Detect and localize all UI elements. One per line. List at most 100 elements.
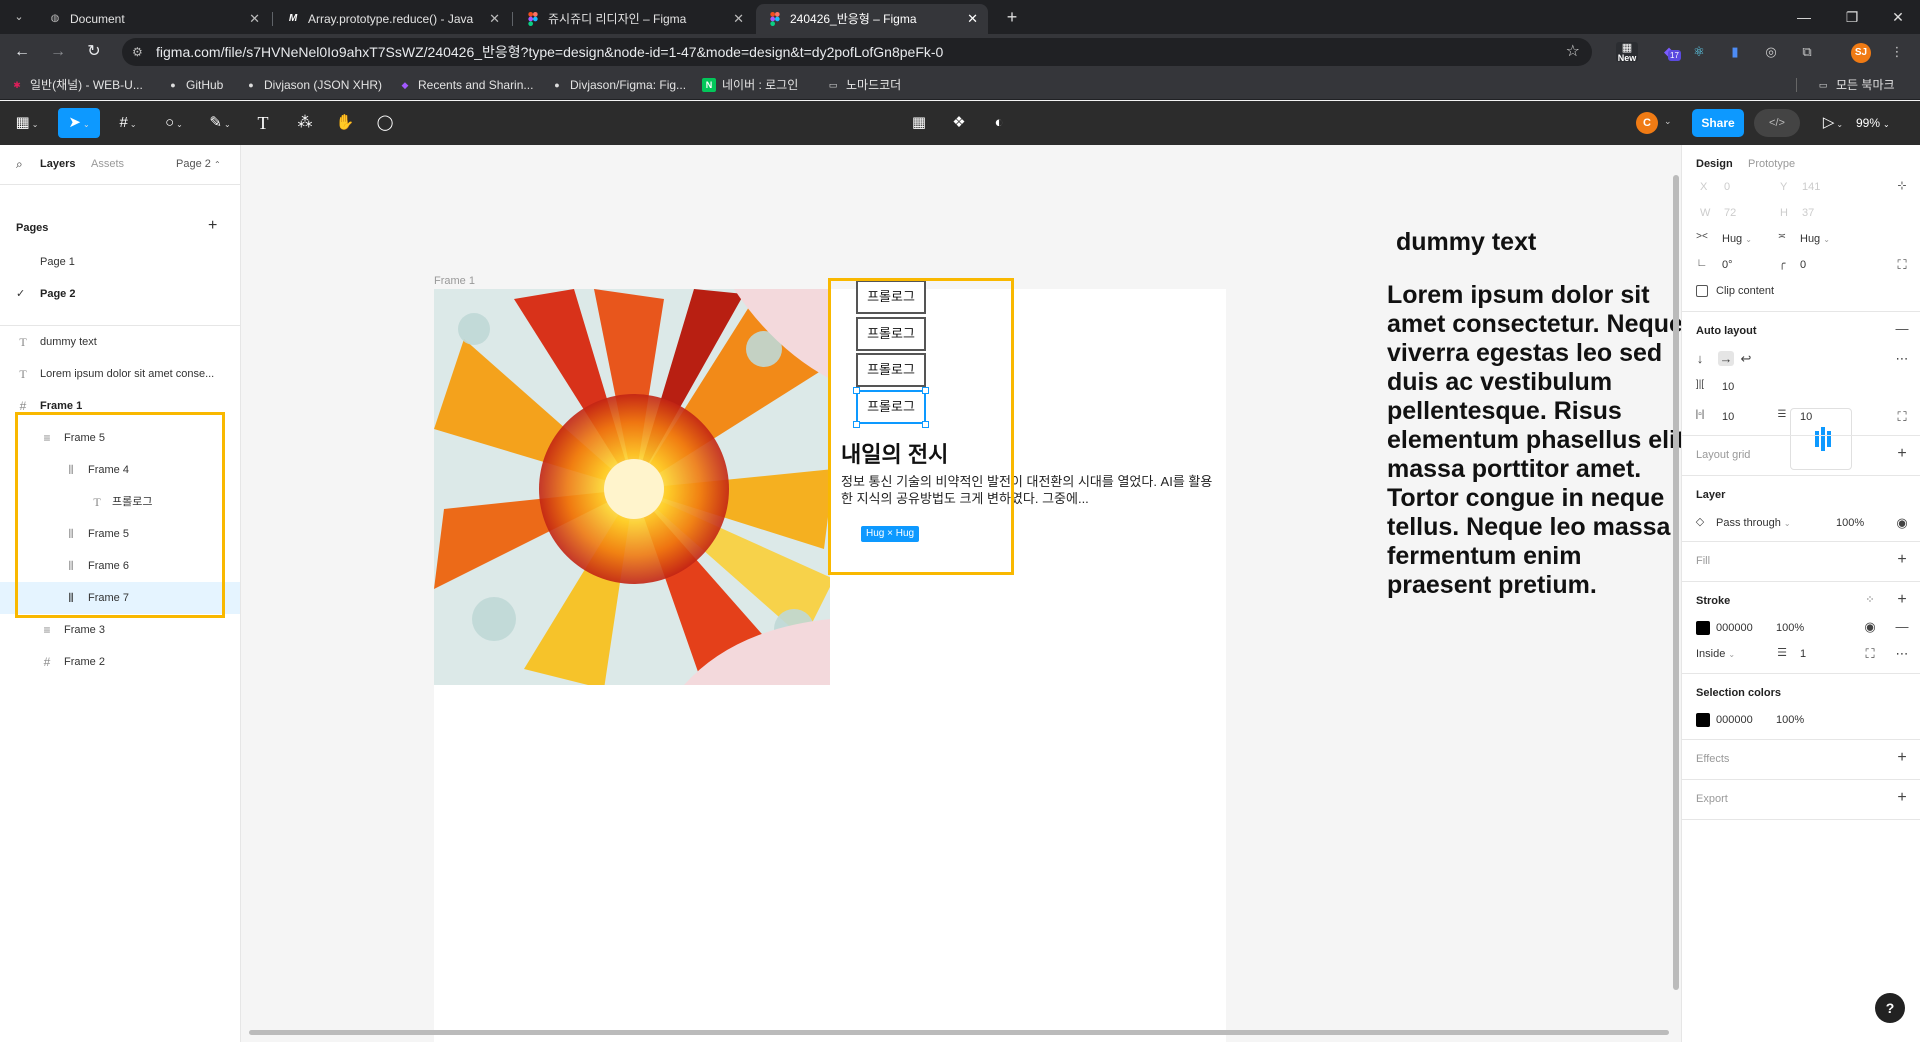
bookmark-item[interactable]: ◆ Recents and Sharin... (398, 76, 534, 94)
browser-menu-icon[interactable]: ⋮ (1886, 42, 1908, 62)
chevron-down-icon[interactable]: ⌄ (1664, 116, 1672, 127)
style-grid-icon[interactable]: ⁘ (1862, 593, 1878, 606)
stroke-sides-icon[interactable]: ⛶ (1862, 646, 1878, 662)
layer-item[interactable]: ⫴ Frame 4 (0, 454, 240, 486)
tab-assets[interactable]: Assets (91, 158, 124, 170)
shape-tool-button[interactable]: ○ ⌄ (156, 108, 192, 138)
layer-item[interactable]: # Frame 1 (0, 390, 240, 422)
radius-field[interactable]: 0 (1800, 259, 1806, 271)
reload-icon[interactable]: ↻ (82, 40, 106, 64)
close-tab-icon[interactable]: ✕ (733, 4, 744, 34)
frame-tool-button[interactable]: # ⌄ (110, 108, 146, 138)
add-stroke-icon[interactable]: + (1894, 591, 1910, 609)
add-page-icon[interactable]: + (208, 217, 217, 235)
height-field[interactable]: 37 (1802, 207, 1814, 219)
padding-horizontal-field[interactable]: 10 (1722, 411, 1734, 423)
profile-avatar[interactable]: SJ (1851, 43, 1871, 63)
tab-prototype[interactable]: Prototype (1748, 158, 1795, 170)
collaborator-avatar[interactable]: C (1636, 112, 1658, 134)
page-selector[interactable]: Page 2 ⌃ (176, 158, 221, 170)
bookmark-item[interactable]: ✱ 일반(채널) - WEB-U... (10, 76, 143, 94)
main-menu-button[interactable]: ▦ ⌄ (10, 108, 44, 138)
minimize-icon[interactable]: — (1780, 0, 1828, 34)
remove-stroke-icon[interactable]: — (1894, 619, 1910, 634)
bookmark-item[interactable]: ● Divjason (JSON XHR) (244, 76, 382, 94)
page-item[interactable]: Page 1 (0, 249, 240, 275)
browser-tab[interactable]: 쥬시쥬디 리디자인 – Figma ✕ (514, 4, 754, 34)
direction-vertical-icon[interactable]: ↓ (1692, 351, 1708, 366)
hug-height-select[interactable]: Hug ⌄ (1800, 233, 1830, 245)
browser-tab[interactable]: ◍ Document ✕ (36, 4, 270, 34)
eye-icon[interactable]: ◉ (1862, 619, 1878, 635)
direction-horizontal-icon[interactable]: → (1718, 351, 1734, 366)
layer-item-selected[interactable]: ⫴ Frame 7 (0, 582, 240, 614)
close-tab-icon[interactable]: ✕ (489, 4, 500, 34)
layer-item[interactable]: Tdummy text (0, 326, 240, 358)
layer-opacity-field[interactable]: 100% (1836, 517, 1864, 529)
clip-content-checkbox[interactable] (1696, 285, 1708, 297)
tab-layers[interactable]: Layers (40, 158, 75, 170)
individual-padding-icon[interactable]: ⛶ (1894, 409, 1910, 425)
layer-item[interactable]: T 프롤로그 (0, 486, 240, 518)
resources-button[interactable]: ⁂ (292, 108, 318, 138)
horizontal-scrollbar[interactable] (249, 1030, 1669, 1035)
rotation-field[interactable]: 0° (1722, 259, 1733, 271)
add-fill-icon[interactable]: + (1894, 551, 1910, 569)
tab-search-icon[interactable]: ⌄ (8, 7, 30, 27)
help-button[interactable]: ? (1875, 993, 1905, 1023)
frame-label[interactable]: Frame 1 (434, 275, 475, 287)
stroke-weight-field[interactable]: 1 (1800, 648, 1806, 660)
browser-tab[interactable]: M Array.prototype.reduce() - Java ✕ (274, 4, 510, 34)
vertical-scrollbar[interactable] (1673, 175, 1679, 990)
present-button[interactable]: ▷ ⌄ (1818, 108, 1848, 138)
pen-tool-button[interactable]: ✎ ⌄ (202, 108, 238, 138)
add-layout-grid-icon[interactable]: + (1894, 445, 1910, 463)
page-item-active[interactable]: ✓ Page 2 (0, 281, 240, 307)
extension-new-icon[interactable]: ▦ New (1616, 42, 1638, 63)
comment-tool-button[interactable]: ◯ (372, 108, 398, 138)
remove-auto-layout-icon[interactable]: — (1894, 321, 1910, 336)
close-tab-icon[interactable]: ✕ (249, 4, 260, 34)
padding-vertical-field[interactable]: 10 (1800, 411, 1812, 423)
constraints-icon[interactable]: ⊹ (1894, 179, 1910, 192)
tab-design[interactable]: Design (1696, 158, 1733, 170)
close-tab-icon[interactable]: ✕ (967, 4, 978, 34)
new-tab-button[interactable]: + (1000, 6, 1024, 30)
more-options-icon[interactable]: ⋯ (1894, 351, 1910, 367)
move-tool-button[interactable]: ➤ ⌄ (58, 108, 100, 138)
selection-color-field[interactable]: 000000 (1716, 714, 1753, 726)
add-export-icon[interactable]: + (1894, 789, 1910, 807)
browser-tab-active[interactable]: 240426_반응형 – Figma ✕ (756, 4, 988, 34)
text-tool-button[interactable]: T (250, 108, 276, 138)
design-canvas[interactable]: Frame 1 프롤로그 프롤로그 프롤로그 내일의 전시 정보 통신 기술의 … (241, 145, 1681, 1042)
back-icon[interactable]: ← (10, 40, 34, 64)
selection-opacity-field[interactable]: 100% (1776, 714, 1804, 726)
share-button[interactable]: Share (1692, 109, 1744, 137)
close-window-icon[interactable]: ✕ (1874, 0, 1920, 34)
site-info-icon[interactable]: ⚙ (132, 38, 143, 66)
layer-item[interactable]: ≡ Frame 3 (0, 614, 240, 646)
layer-item[interactable]: ≡ Frame 5 (0, 422, 240, 454)
width-field[interactable]: 72 (1724, 207, 1736, 219)
hug-width-select[interactable]: Hug ⌄ (1722, 233, 1752, 245)
url-input[interactable]: ⚙ figma.com/file/s7HVNeNel0Io9ahxT7SsWZ/… (122, 38, 1592, 66)
extension-badge-icon[interactable]: ◆17 (1658, 42, 1681, 62)
dummy-text-heading[interactable]: dummy text (1396, 228, 1536, 257)
search-icon[interactable]: ⌕ (16, 157, 23, 172)
lorem-text[interactable]: Lorem ipsum dolor sit amet consectetur. … (1387, 281, 1681, 600)
theme-toggle-button[interactable]: ◐ (986, 108, 1012, 138)
layer-item[interactable]: ⫴ Frame 5 (0, 518, 240, 550)
zoom-menu[interactable]: 99% ⌄ (1856, 108, 1890, 138)
y-field[interactable]: 141 (1802, 181, 1820, 193)
stroke-position-select[interactable]: Inside ⌄ (1696, 648, 1735, 660)
gap-field[interactable]: 10 (1722, 381, 1734, 393)
hand-tool-button[interactable]: ✋ (332, 108, 358, 138)
restore-icon[interactable]: ❐ (1828, 0, 1876, 34)
extension-target-icon[interactable]: ◎ (1760, 42, 1782, 62)
independent-corners-icon[interactable]: ⛶ (1894, 257, 1910, 273)
bookmark-item[interactable]: N 네이버 : 로그인 (702, 76, 798, 94)
extensions-puzzle-icon[interactable]: ⧉ (1796, 42, 1818, 62)
bookmark-item[interactable]: ● Divjason/Figma: Fig... (550, 76, 686, 94)
bookmark-item[interactable]: ● GitHub (166, 76, 223, 94)
bookmark-folder[interactable]: ▭ 노마드코더 (826, 76, 901, 94)
